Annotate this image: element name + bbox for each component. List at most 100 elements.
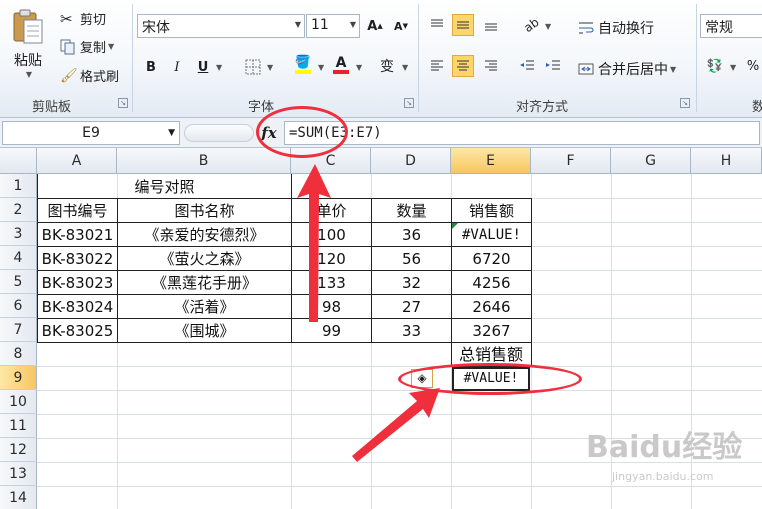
error-indicator-icon[interactable] — [452, 223, 458, 229]
table-cell[interactable]: BK-83022 — [38, 247, 117, 271]
decrease-indent-button[interactable] — [516, 55, 538, 77]
table-cell[interactable]: 32 — [372, 271, 451, 295]
table-cell[interactable]: 33 — [372, 319, 451, 343]
clipboard-launcher-icon[interactable]: ↘ — [118, 98, 128, 108]
table-cell[interactable]: BK-83023 — [38, 271, 117, 295]
header-cell[interactable]: 图书名称 — [118, 199, 291, 223]
paste-dropdown-icon[interactable]: ▼ — [8, 70, 50, 79]
table-cell[interactable]: 27 — [372, 295, 451, 319]
table-cell[interactable]: BK-83024 — [38, 295, 117, 319]
column-header-e[interactable]: E — [451, 148, 531, 174]
table-cell[interactable]: 133 — [292, 271, 371, 295]
font-color-button[interactable]: A — [330, 54, 352, 76]
align-left-button[interactable] — [426, 55, 448, 77]
column-header-d[interactable]: D — [371, 148, 451, 174]
bold-button[interactable]: B — [140, 56, 162, 78]
italic-button[interactable]: I — [166, 56, 188, 78]
align-right-icon — [485, 60, 497, 71]
table-cell[interactable]: 2646 — [452, 295, 531, 319]
table-cell[interactable]: BK-83025 — [38, 319, 117, 343]
number-format-combo[interactable]: 常规 — [700, 14, 762, 38]
percent-button[interactable]: % — [742, 55, 762, 77]
select-all-corner[interactable] — [0, 148, 37, 174]
font-launcher-icon[interactable]: ↘ — [404, 98, 414, 108]
row-header-2[interactable]: 2 — [0, 198, 37, 222]
grow-font-button[interactable]: A ▲ — [364, 15, 386, 37]
table-cell[interactable]: 6720 — [452, 247, 531, 271]
font-size-combo[interactable]: 11 ▼ — [306, 14, 360, 38]
column-header-f[interactable]: F — [531, 148, 611, 174]
merge-dropdown-icon[interactable]: ▼ — [670, 65, 676, 74]
header-cell[interactable]: 数量 — [372, 199, 451, 223]
column-header-a[interactable]: A — [37, 148, 117, 174]
underline-dropdown-icon[interactable]: ▼ — [216, 63, 222, 72]
header-cell[interactable]: 图书编号 — [38, 199, 117, 223]
increase-indent-button[interactable] — [542, 55, 564, 77]
wrap-text-button[interactable]: 自动换行 — [578, 18, 654, 38]
row-header-13[interactable]: 13 — [0, 462, 37, 486]
phonetic-button[interactable]: 变 — [376, 55, 398, 77]
align-right-button[interactable] — [480, 55, 502, 77]
format-painter-button[interactable]: 🖌 格式刷 — [60, 66, 119, 86]
row-header-12[interactable]: 12 — [0, 438, 37, 462]
formula-bar-splitter[interactable] — [184, 124, 254, 142]
orientation-button[interactable]: ab — [520, 14, 542, 36]
phonetic-dropdown-icon[interactable]: ▼ — [402, 63, 408, 72]
font-color-dropdown-icon[interactable]: ▼ — [356, 63, 362, 72]
accounting-format-button[interactable]: 💱 — [704, 55, 726, 77]
align-top-button[interactable] — [426, 14, 448, 36]
row-header-9[interactable]: 9 — [0, 366, 37, 390]
orientation-dropdown-icon[interactable]: ▼ — [545, 22, 551, 31]
row-header-8[interactable]: 8 — [0, 342, 37, 366]
table-cell[interactable]: #VALUE! — [452, 223, 531, 247]
table-cell[interactable]: BK-83021 — [38, 223, 117, 247]
row-header-6[interactable]: 6 — [0, 294, 37, 318]
table-cell[interactable]: 3267 — [452, 319, 531, 343]
table-cell[interactable]: 《活着》 — [118, 295, 291, 319]
header-cell[interactable]: 单价 — [292, 199, 371, 223]
row-header-3[interactable]: 3 — [0, 222, 37, 246]
table-cell[interactable]: 4256 — [452, 271, 531, 295]
cut-button[interactable]: ✂ 剪切 — [60, 9, 106, 29]
row-header-5[interactable]: 5 — [0, 270, 37, 294]
column-header-b[interactable]: B — [117, 148, 291, 174]
name-box[interactable]: E9 ▼ — [2, 121, 180, 145]
paste-button[interactable]: 粘贴 ▼ — [6, 6, 50, 86]
fill-color-dropdown-icon[interactable]: ▼ — [318, 63, 324, 72]
table-cell[interactable]: 《亲爱的安德烈》 — [118, 223, 291, 247]
header-cell[interactable]: 销售额 — [452, 199, 531, 223]
row-header-10[interactable]: 10 — [0, 390, 37, 414]
accounting-dropdown-icon[interactable]: ▼ — [730, 63, 736, 72]
table-cell[interactable]: 《围城》 — [118, 319, 291, 343]
merge-center-button[interactable]: 合并后居中 ▼ — [578, 59, 676, 79]
align-center-button[interactable] — [452, 55, 474, 77]
table-cell[interactable]: 《萤火之森》 — [118, 247, 291, 271]
row-header-14[interactable]: 14 — [0, 486, 37, 509]
table-cell[interactable]: 98 — [292, 295, 371, 319]
font-name-combo[interactable]: 宋体 ▼ — [137, 14, 305, 38]
cell-title[interactable]: 编号对照 — [38, 175, 291, 199]
table-cell[interactable]: 120 — [292, 247, 371, 271]
row-header-1[interactable]: 1 — [0, 174, 37, 198]
table-cell[interactable]: 100 — [292, 223, 371, 247]
row-header-4[interactable]: 4 — [0, 246, 37, 270]
align-middle-button[interactable] — [452, 14, 474, 36]
column-header-g[interactable]: G — [611, 148, 691, 174]
borders-button[interactable] — [242, 56, 264, 78]
underline-button[interactable]: U — [192, 56, 214, 78]
alignment-launcher-icon[interactable]: ↘ — [680, 98, 690, 108]
table-cell[interactable]: 99 — [292, 319, 371, 343]
table-cell[interactable]: 36 — [372, 223, 451, 247]
row-header-7[interactable]: 7 — [0, 318, 37, 342]
fill-color-button[interactable]: 🪣 — [292, 54, 314, 76]
shrink-font-button[interactable]: A ▼ — [390, 15, 412, 37]
table-cell[interactable]: 56 — [372, 247, 451, 271]
row-header-11[interactable]: 11 — [0, 414, 37, 438]
copy-button[interactable]: 复制 ▼ — [60, 37, 114, 56]
table-cell[interactable]: 《黑莲花手册》 — [118, 271, 291, 295]
formula-input[interactable]: =SUM(E3:E7) — [284, 121, 760, 145]
copy-dropdown-icon[interactable]: ▼ — [108, 42, 114, 51]
align-bottom-button[interactable] — [480, 14, 502, 36]
column-header-h[interactable]: H — [691, 148, 762, 174]
borders-dropdown-icon[interactable]: ▼ — [267, 63, 273, 72]
